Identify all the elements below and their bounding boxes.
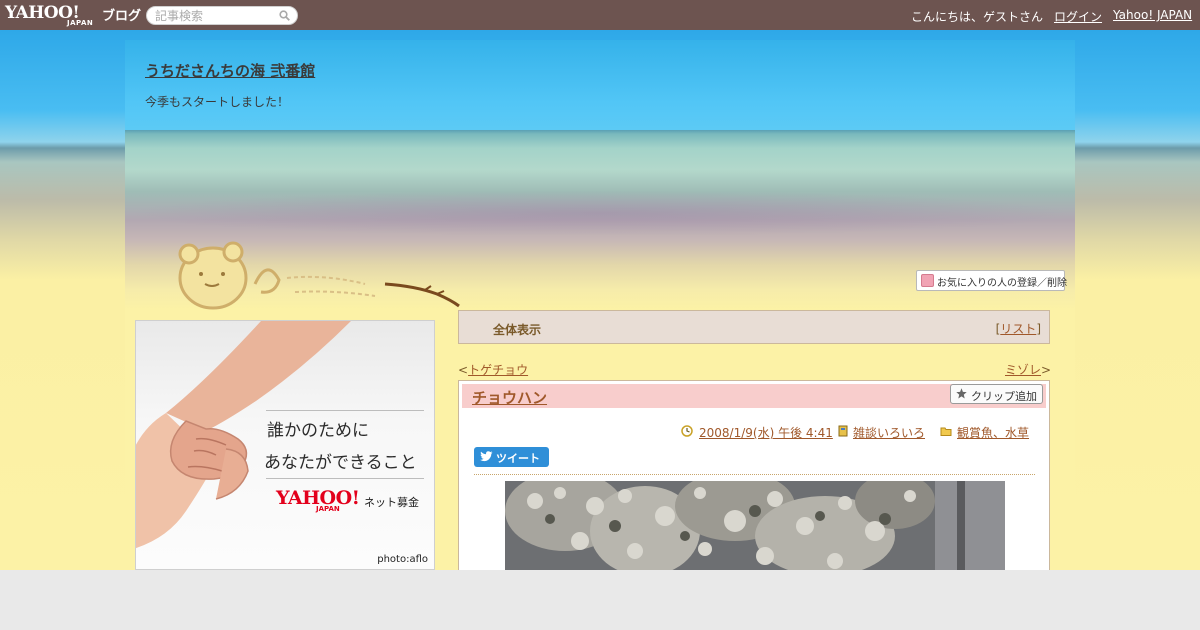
top-bar: YAHOO! JAPAN ブログ こんにちは、ゲストさん ログイン Yahoo!…	[0, 0, 1200, 30]
ad-headline-2: あなたができること	[264, 453, 417, 473]
article-datetime-link[interactable]: 2008/1/9(水) 午後 4:41	[699, 424, 833, 441]
divider-top	[266, 410, 424, 411]
logo-blog-text: ブログ	[102, 9, 142, 24]
page-bottom-area	[0, 570, 1200, 630]
tweet-button[interactable]: ツイート	[474, 447, 549, 467]
charity-banner-ad[interactable]: 誰かのために あなたができること YAHOO! JAPAN ネット募金 phot…	[135, 320, 435, 570]
heart-icon	[921, 274, 934, 287]
ad-service-name: ネット募金	[364, 496, 419, 509]
login-link[interactable]: ログイン	[1054, 8, 1102, 25]
yahoo-japan-link[interactable]: Yahoo! JAPAN	[1113, 8, 1192, 22]
theme-book-icon	[838, 425, 848, 437]
next-article-link[interactable]: ミゾレ	[1005, 363, 1041, 377]
list-bracket-close: ]	[1036, 322, 1041, 336]
ad-brand-sub: JAPAN	[316, 505, 340, 513]
clock-icon	[681, 425, 693, 437]
dotted-divider	[474, 474, 1035, 475]
article-theme-link[interactable]: 雑談いろいろ	[853, 424, 925, 441]
prev-marker: <	[458, 363, 469, 377]
handshake-photo	[136, 321, 351, 549]
next-marker: >	[1041, 363, 1052, 377]
tweet-label: ツイート	[496, 452, 540, 465]
search-box	[146, 6, 298, 25]
favorite-register-button[interactable]: お気に入りの人の登録／削除	[916, 270, 1067, 291]
view-all-bar: 全体表示 [リスト]	[458, 310, 1050, 344]
blog-description: 今季もスタートしました！	[145, 95, 290, 109]
sand-bear-drawing	[178, 241, 460, 310]
star-icon	[956, 388, 967, 399]
article-category-link[interactable]: 観賞魚、水草	[957, 424, 1029, 441]
search-input[interactable]	[155, 9, 275, 23]
view-all-label: 全体表示	[493, 323, 542, 337]
clip-add-label: クリップ追加	[971, 390, 1037, 403]
list-link-wrapper: [リスト]	[996, 320, 1041, 337]
clip-add-button[interactable]: クリップ追加	[950, 384, 1043, 404]
aquarium-photo[interactable]	[505, 481, 1005, 570]
blog-title[interactable]: うちださんちの海 弐番館	[145, 60, 315, 81]
ad-photo-credit: photo:aflo	[377, 554, 428, 565]
divider-bottom	[266, 478, 424, 479]
article-title[interactable]: チョウハン	[472, 387, 547, 408]
twitter-bird-icon	[480, 451, 493, 462]
logo-japan-text: JAPAN	[67, 19, 94, 27]
header-sky	[125, 40, 1075, 130]
article-header: チョウハン クリップ追加	[462, 384, 1046, 408]
list-link[interactable]: リスト	[1000, 322, 1036, 336]
search-icon[interactable]	[279, 10, 290, 21]
header-sea-shadow	[125, 190, 1075, 236]
next-article-nav: ミゾレ>	[1005, 361, 1051, 378]
folder-icon	[940, 427, 952, 436]
favorite-register-label: お気に入りの人の登録／削除	[937, 278, 1067, 289]
yahoo-blog-logo[interactable]: YAHOO! JAPAN ブログ	[5, 2, 141, 28]
prev-article-nav: <トゲチョウ	[458, 361, 528, 378]
greeting-text: こんにちは、ゲストさん	[911, 10, 1044, 24]
article-post: チョウハン クリップ追加 2008/1/9(水) 午後 4:41 雑談いろいろ …	[458, 380, 1050, 570]
ad-headline-1: 誰かのために	[267, 421, 369, 441]
prev-article-link[interactable]: トゲチョウ	[468, 363, 528, 377]
